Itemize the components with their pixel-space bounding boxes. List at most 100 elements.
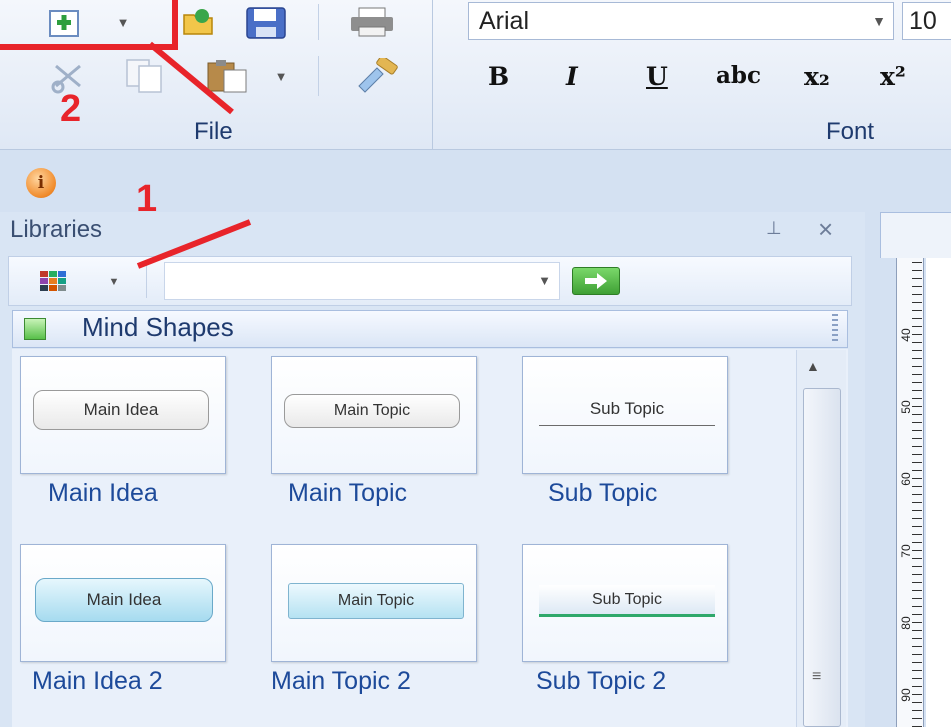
save-disk-icon	[246, 7, 286, 39]
shape-label: Main Idea	[48, 479, 158, 507]
ruler-tick	[912, 470, 922, 471]
close-icon[interactable]: ×	[818, 214, 833, 245]
shape-preview: Main Topic	[288, 583, 464, 619]
save-button[interactable]	[240, 4, 292, 42]
ruler-tick	[912, 526, 922, 527]
open-button[interactable]	[180, 4, 216, 40]
category-label: Mind Shapes	[82, 312, 234, 342]
shape-thumbnail-main-idea-2[interactable]: Main Idea	[20, 544, 226, 662]
annotation-arrow-2	[148, 41, 234, 115]
go-button[interactable]	[572, 267, 620, 295]
shape-thumbnail-main-topic[interactable]: Main Topic	[271, 356, 477, 474]
subscript-button[interactable]: x₂	[804, 62, 830, 91]
canvas-tab[interactable]	[880, 212, 951, 258]
pin-icon[interactable]: ⊥	[766, 218, 782, 239]
shape-label: Main Topic 2	[271, 667, 411, 695]
printer-icon	[351, 7, 393, 37]
arrow-right-icon	[585, 273, 607, 289]
annotation-number-1: 1	[136, 178, 158, 220]
shape-label: Main Idea 2	[32, 667, 163, 695]
shape-label: Sub Topic 2	[536, 667, 667, 695]
underline-button[interactable]: U	[646, 62, 668, 91]
file-group-label: File	[194, 118, 233, 145]
italic-button[interactable]: I	[566, 62, 578, 91]
ruler-tick	[912, 534, 922, 535]
ruler-label: 90	[899, 688, 913, 702]
scroll-up-icon[interactable]: ▲	[806, 358, 820, 374]
ruler-tick	[912, 518, 922, 519]
grip-icon[interactable]	[832, 314, 838, 342]
ruler-tick	[912, 422, 922, 423]
ruler-label: 80	[899, 616, 913, 630]
separator	[318, 4, 319, 40]
ruler-tick	[912, 502, 922, 503]
shape-preview: Main Idea	[35, 578, 213, 622]
ruler-tick	[912, 430, 922, 431]
annotation-arrow-1	[136, 219, 252, 269]
paste-dropdown-arrow[interactable]: ▼	[270, 64, 292, 88]
ruler-tick	[912, 358, 922, 359]
ruler-tick	[912, 558, 922, 559]
category-expand-icon[interactable]	[24, 318, 46, 340]
ruler-tick	[912, 446, 922, 447]
scrollbar-thumb[interactable]	[803, 388, 841, 727]
ruler-label: 50	[899, 400, 913, 414]
ruler-tick	[912, 406, 922, 407]
font-family-value: Arial	[479, 6, 530, 35]
canvas-page[interactable]	[926, 258, 951, 727]
chevron-down-icon[interactable]: ▼	[865, 13, 893, 29]
ruler-tick	[912, 550, 922, 551]
ruler-tick	[912, 454, 922, 455]
ruler-tick	[912, 438, 922, 439]
ruler-tick	[912, 278, 922, 279]
ruler-tick	[912, 318, 922, 319]
ruler-tick	[912, 270, 922, 271]
annotation-number-2: 2	[60, 88, 82, 130]
ruler-tick	[912, 678, 922, 679]
ruler-label: 70	[899, 544, 913, 558]
ruler-tick	[912, 326, 922, 327]
ruler-tick	[912, 598, 922, 599]
font-family-combo[interactable]: Arial ▼	[468, 2, 894, 40]
font-group-label: Font	[826, 118, 875, 145]
bold-button[interactable]: B	[488, 62, 509, 91]
shape-label: Main Topic	[288, 479, 408, 507]
format-painter-button[interactable]	[346, 56, 406, 96]
info-icon[interactable]: i	[26, 168, 56, 198]
library-selector-arrow[interactable]: ▼	[104, 270, 124, 294]
font-size-combo[interactable]: 10	[902, 2, 951, 40]
shape-thumbnail-main-topic-2[interactable]: Main Topic	[271, 544, 477, 662]
ruler-tick	[912, 646, 922, 647]
chevron-down-icon[interactable]: ▼	[538, 273, 551, 288]
shape-label: Sub Topic	[548, 479, 658, 507]
ruler-tick	[912, 310, 922, 311]
strikethrough-button[interactable]: abc	[716, 62, 761, 89]
superscript-button[interactable]: x²	[880, 62, 906, 91]
library-selector-button[interactable]	[34, 266, 78, 296]
ruler-tick	[912, 286, 922, 287]
ruler-tick	[912, 718, 922, 719]
ruler-tick	[912, 662, 922, 663]
ruler-tick	[912, 462, 922, 463]
ruler-tick	[912, 670, 922, 671]
open-folder-icon	[183, 9, 213, 35]
sub-topic-underline	[539, 425, 715, 426]
shape-thumbnail-sub-topic[interactable]: Sub Topic	[522, 356, 728, 474]
ruler-tick	[912, 638, 922, 639]
shape-thumbnail-sub-topic-2[interactable]: Sub Topic	[522, 544, 728, 662]
ruler-tick	[912, 366, 922, 367]
ruler-tick	[912, 574, 922, 575]
ruler-tick	[912, 390, 922, 391]
ruler-tick	[912, 342, 922, 343]
ruler-tick	[912, 606, 922, 607]
libraries-panel-title: Libraries	[10, 216, 103, 243]
ruler-tick	[912, 294, 922, 295]
shape-thumbnail-main-idea[interactable]: Main Idea	[20, 356, 226, 474]
print-button[interactable]	[340, 4, 404, 40]
shape-preview: Sub Topic	[539, 585, 715, 617]
ruler-tick	[912, 494, 922, 495]
ruler-label: 40	[899, 328, 913, 342]
ruler-tick	[912, 566, 922, 567]
ruler-tick	[912, 382, 922, 383]
ruler-tick	[912, 590, 922, 591]
